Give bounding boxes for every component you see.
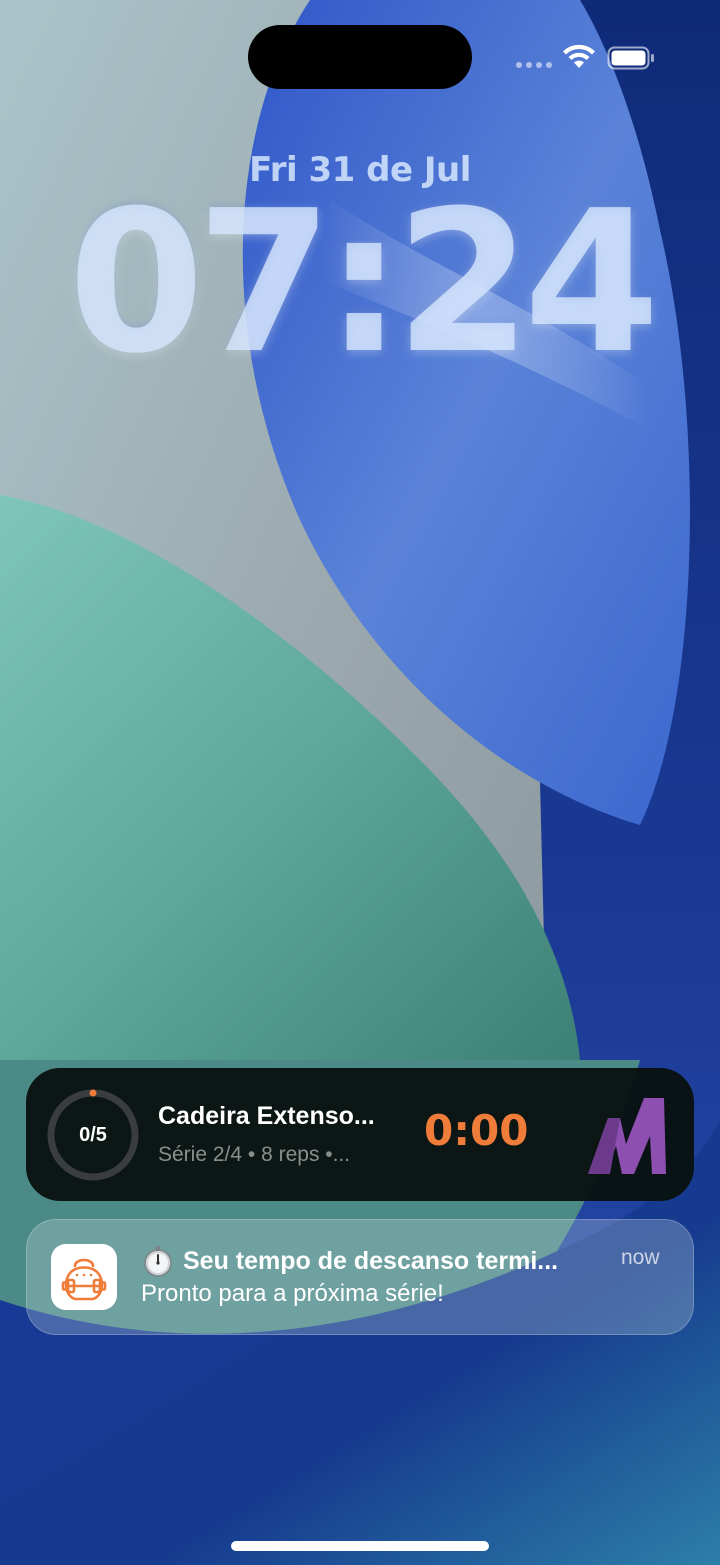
notification-title-row: Seu tempo de descanso termi...	[141, 1244, 611, 1278]
wifi-icon	[563, 44, 595, 68]
dynamic-island	[248, 25, 472, 89]
lock-screen-clock: 07:24	[68, 169, 660, 397]
exercise-title: Cadeira Extenso...	[158, 1102, 375, 1130]
app-logo-m-icon	[588, 1098, 666, 1174]
sets-progress-label: 0/5	[79, 1123, 107, 1146]
notification-time: now	[621, 1246, 660, 1269]
rest-finished-notification[interactable]: Seu tempo de descanso termi... Pronto pa…	[26, 1219, 694, 1335]
cellular-dots-icon	[516, 62, 552, 68]
exercise-details: Série 2/4 • 8 reps •...	[158, 1143, 351, 1166]
kettlebell-dumbbell-icon	[61, 1258, 107, 1301]
lock-screen: Fri 31 de Jul 07:24 0/5 Cadeira Extenso.…	[0, 0, 720, 1565]
battery-full-icon	[607, 46, 654, 70]
notification-body: Pronto para a próxima série!	[141, 1280, 444, 1307]
live-activity-workout[interactable]: 0/5 Cadeira Extenso... Série 2/4 • 8 rep…	[26, 1068, 694, 1201]
notification-title: Seu tempo de descanso termi...	[183, 1246, 559, 1275]
app-icon	[51, 1244, 117, 1310]
rest-timer: 0:00	[424, 1106, 529, 1155]
home-indicator[interactable]	[231, 1541, 489, 1551]
stopwatch-icon	[144, 1246, 172, 1277]
